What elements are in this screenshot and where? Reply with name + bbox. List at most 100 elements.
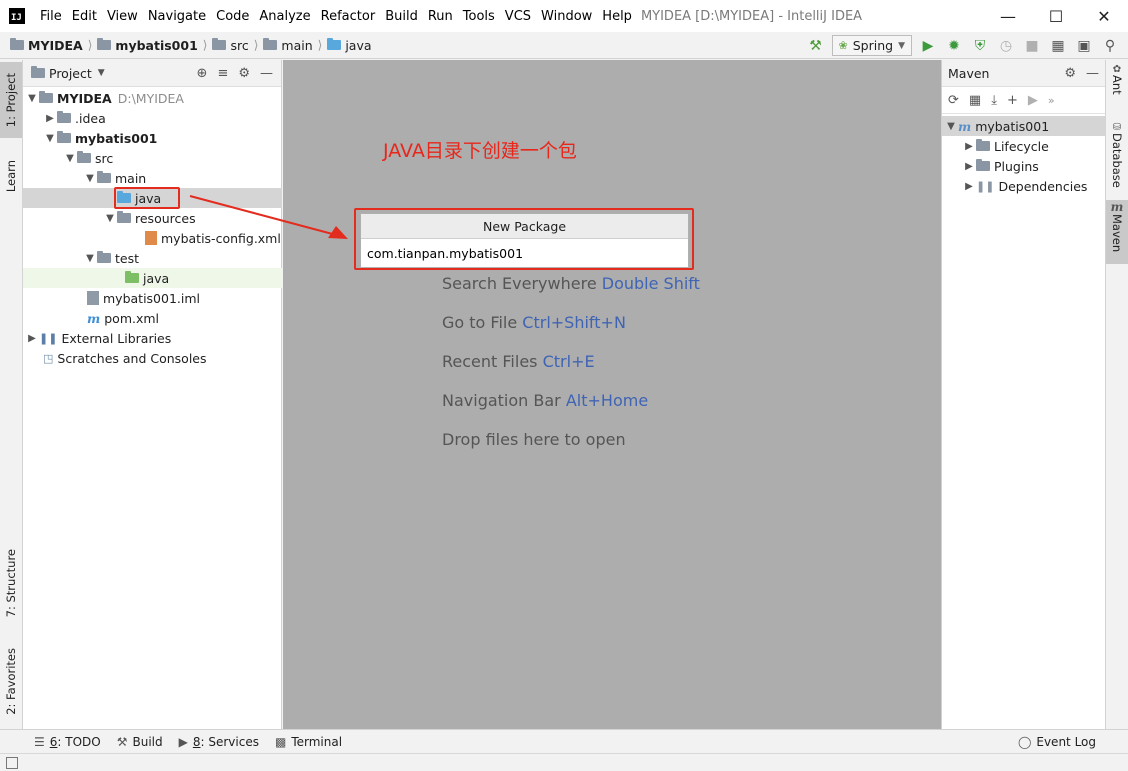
tree-item-iml[interactable]: mybatis001.iml (23, 288, 282, 308)
maven-item-plugins[interactable]: ▶ Plugins (942, 156, 1106, 176)
chevron-down-icon[interactable]: ▼ (98, 68, 105, 78)
window-title: MYIDEA [D:\MYIDEA] - IntelliJ IDEA (640, 8, 863, 24)
menu-build[interactable]: Build (380, 9, 423, 24)
tree-item-external-libraries[interactable]: ▶ ❚❚ External Libraries (23, 328, 282, 348)
profile-icon[interactable]: ◷ (996, 36, 1016, 56)
maven-item-label: Lifecycle (994, 138, 1049, 154)
menu-edit[interactable]: Edit (67, 9, 102, 24)
collapse-all-icon[interactable]: ≡ (217, 66, 228, 81)
hammer-build-icon[interactable]: ⚒ (806, 36, 826, 56)
menu-refactor[interactable]: Refactor (316, 9, 381, 24)
maven-item-lifecycle[interactable]: ▶ Lifecycle (942, 136, 1106, 156)
title-bar: IJ File Edit View Navigate Code Analyze … (0, 0, 1128, 32)
run-maven-icon[interactable]: ▶ (1028, 93, 1038, 108)
collapse-arrow-icon[interactable]: ▶ (962, 161, 976, 172)
hide-panel-icon[interactable]: — (1086, 66, 1099, 81)
menu-code[interactable]: Code (211, 9, 254, 24)
collapse-arrow-icon[interactable]: ▶ (962, 181, 976, 192)
tool-tab-database[interactable]: ⛁ Database (1106, 122, 1128, 192)
expand-arrow-icon[interactable]: ▼ (63, 153, 77, 164)
tool-tab-structure[interactable]: 7: Structure (0, 538, 22, 628)
breadcrumb-item-java[interactable]: java (345, 38, 371, 53)
tree-item-pom[interactable]: m pom.xml (23, 308, 282, 328)
menu-run[interactable]: Run (423, 9, 458, 24)
todo-label: : TODO (57, 734, 101, 749)
package-name-input[interactable] (361, 239, 688, 267)
collapse-arrow-icon[interactable]: ▶ (962, 141, 976, 152)
maven-item-dependencies[interactable]: ▶ ❚❚ Dependencies (942, 176, 1106, 196)
menu-vcs[interactable]: VCS (500, 9, 536, 24)
run-icon[interactable]: ▶ (918, 36, 938, 56)
tool-tab-learn[interactable]: Learn (0, 148, 22, 204)
dependencies-icon: ❚❚ (976, 179, 995, 193)
tool-tab-todo[interactable]: ☰ 6: TODO (34, 735, 101, 749)
tool-tab-services[interactable]: ▶ 8: Services (179, 735, 259, 749)
toggle-tool-windows-icon[interactable] (6, 757, 18, 769)
breadcrumb-item-main[interactable]: main (281, 38, 312, 53)
todo-list-icon: ☰ (34, 734, 45, 749)
services-icon: ▶ (178, 734, 188, 749)
stop-icon[interactable]: ■ (1022, 36, 1042, 56)
services-mnemonic: 8 (192, 734, 201, 749)
menu-view[interactable]: View (102, 9, 143, 24)
tool-tab-maven[interactable]: m Maven (1106, 200, 1128, 264)
collapse-arrow-icon[interactable]: ▶ (25, 333, 39, 344)
maven-icon: m (1110, 200, 1124, 214)
close-icon[interactable]: ✕ (1080, 0, 1128, 32)
project-panel-title[interactable]: Project (49, 66, 92, 81)
tree-item-main[interactable]: ▼ main (23, 168, 282, 188)
tool-tab-database-label: Database (1110, 133, 1124, 188)
tree-item-scratches[interactable]: ◳ Scratches and Consoles (23, 348, 282, 368)
tree-item-test[interactable]: ▼ test (23, 248, 282, 268)
tree-item-label: mybatis001 (75, 130, 158, 146)
tool-tab-ant[interactable]: ✿ Ant (1106, 64, 1128, 110)
add-icon[interactable]: + (1007, 93, 1018, 108)
menu-navigate[interactable]: Navigate (143, 9, 211, 24)
gear-icon[interactable]: ⚙ (238, 66, 250, 81)
maven-item-mybatis001[interactable]: ▼ m mybatis001 (942, 116, 1106, 136)
hide-panel-icon[interactable]: — (260, 66, 273, 81)
menu-analyze[interactable]: Analyze (254, 9, 315, 24)
tree-item-test-java[interactable]: java (23, 268, 282, 288)
tree-item-mybatis001[interactable]: ▼ mybatis001 (23, 128, 282, 148)
breadcrumb-item-src[interactable]: src (230, 38, 248, 53)
menu-window[interactable]: Window (536, 9, 597, 24)
more-icon[interactable]: » (1048, 94, 1055, 107)
search-icon[interactable]: ⚲ (1100, 36, 1120, 56)
menu-file[interactable]: File (35, 9, 67, 24)
run-configuration-select[interactable]: ❀ Spring ▼ (831, 35, 912, 56)
expand-arrow-icon[interactable]: ▼ (103, 213, 117, 224)
expand-arrow-icon[interactable]: ▼ (43, 133, 57, 144)
event-log-icon: ◯ (1017, 734, 1032, 749)
tool-tab-terminal[interactable]: ▩ Terminal (275, 735, 342, 749)
tool-tab-build[interactable]: ⚒ Build (117, 735, 163, 749)
expand-arrow-icon[interactable]: ▼ (944, 121, 958, 132)
tree-item-idea[interactable]: ▶ .idea (23, 108, 282, 128)
menu-tools[interactable]: Tools (458, 9, 500, 24)
toggle-presentation-icon[interactable]: ▣ (1074, 36, 1094, 56)
maven-toolbar: ⟳ ▦ ⤓ + ▶ » (942, 87, 1105, 114)
tree-item-src[interactable]: ▼ src (23, 148, 282, 168)
expand-arrow-icon[interactable]: ▼ (83, 253, 97, 264)
gear-icon[interactable]: ⚙ (1064, 66, 1076, 81)
tool-tab-project[interactable]: 1: Project (0, 62, 22, 138)
tree-item-label: .idea (75, 110, 106, 126)
expand-arrow-icon[interactable]: ▼ (83, 173, 97, 184)
breadcrumb-item-mybatis001[interactable]: mybatis001 (115, 38, 197, 53)
locate-target-icon[interactable]: ⊕ (197, 66, 208, 81)
tool-tab-event-log[interactable]: ◯ Event Log (1018, 735, 1096, 749)
tool-tab-favorites[interactable]: 2: Favorites (0, 638, 22, 724)
menu-help[interactable]: Help (597, 9, 637, 24)
debug-icon[interactable]: ✹ (944, 36, 964, 56)
generate-sources-icon[interactable]: ▦ (969, 93, 981, 108)
maximize-icon[interactable]: ☐ (1032, 0, 1080, 32)
download-icon[interactable]: ⤓ (991, 93, 997, 108)
breadcrumb-item-myidea[interactable]: MYIDEA (28, 38, 83, 53)
expand-arrow-icon[interactable]: ▼ (25, 93, 39, 104)
tree-item-myidea[interactable]: ▼ MYIDEA D:\MYIDEA (23, 88, 282, 108)
reload-icon[interactable]: ⟳ (948, 93, 959, 108)
coverage-icon[interactable]: ⛨ (970, 36, 990, 56)
minimize-icon[interactable]: — (984, 0, 1032, 32)
collapse-arrow-icon[interactable]: ▶ (43, 113, 57, 124)
project-structure-icon[interactable]: ▦ (1048, 36, 1068, 56)
